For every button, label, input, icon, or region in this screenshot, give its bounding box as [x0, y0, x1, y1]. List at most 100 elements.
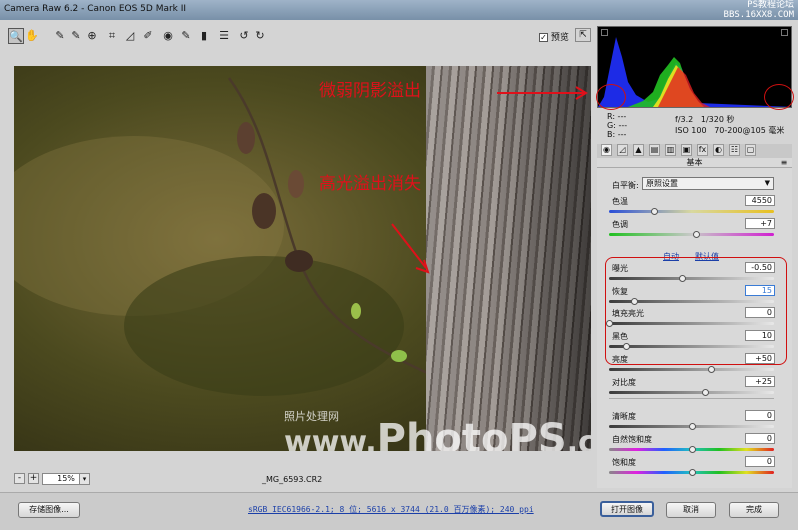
preview-checkbox[interactable]: ✓	[539, 33, 548, 42]
camera-info: R: --- G: --- B: --- f/3.2 1/320 秒 ISO 1…	[597, 110, 792, 142]
title-bar: Camera Raw 6.2 - Canon EOS 5D Mark II PS…	[0, 0, 798, 20]
camera-raw-window: Camera Raw 6.2 - Canon EOS 5D Mark II PS…	[0, 0, 798, 530]
lens: 70-200@105 毫米	[714, 126, 785, 135]
done-button[interactable]: 完成	[729, 502, 779, 518]
toolbar: 🔍 ✋ ✎ ✎ ⊕ ⌗ ◿ ✐ ◉ ✎ ▮ ☰ ↺ ↻	[8, 28, 588, 48]
slider-track[interactable]	[609, 368, 774, 371]
watermark-brand: www.PhotoPS.com	[284, 416, 591, 451]
highlight-clip-annotation: 高光溢出消失	[319, 174, 421, 194]
white-balance-label: 白平衡:	[612, 181, 639, 190]
slider-thumb[interactable]	[688, 423, 696, 430]
iso: ISO 100	[675, 126, 707, 135]
adjust-brush-icon[interactable]: ✎	[178, 28, 194, 44]
red-eye-icon[interactable]: ◉	[160, 28, 176, 44]
file-name: _MG_6593.CR2	[262, 475, 323, 484]
straighten-icon[interactable]: ◿	[122, 28, 138, 44]
slider-label: 清晰度	[612, 412, 636, 421]
workflow-options-link[interactable]: sRGB IEC61966-2.1; 8 位; 5616 x 3744 (21.…	[248, 504, 534, 515]
watermark-line1: PS教程论坛	[747, 0, 794, 10]
slider-thumb[interactable]	[650, 208, 658, 215]
open-image-button[interactable]: 打开图像	[600, 501, 654, 517]
snapshots-tab-icon[interactable]: ▢	[745, 144, 756, 156]
watermark-line2: BBS.16XX8.COM	[723, 10, 794, 20]
bottom-bar: 存储图像... sRGB IEC61966-2.1; 8 位; 5616 x 3…	[0, 492, 798, 530]
slider-track[interactable]	[609, 233, 774, 236]
panel-menu-icon[interactable]: ≡	[779, 158, 789, 167]
slider-value-field[interactable]: 0	[745, 410, 775, 421]
slider-value-field[interactable]: 4550	[745, 195, 775, 206]
slider-thumb[interactable]	[701, 389, 709, 396]
slider-thumb[interactable]	[693, 231, 701, 238]
slider-thumb[interactable]	[708, 366, 716, 373]
shadow-clip-circle	[596, 84, 626, 110]
panel-header: 基本 ≡	[597, 158, 792, 168]
watermark-brand-name: PhotoPS	[376, 416, 567, 451]
zoom-in-button[interactable]: +	[28, 473, 39, 484]
aperture: f/3.2	[675, 115, 694, 124]
slider-track[interactable]	[609, 210, 774, 213]
rotate-right-icon[interactable]: ↻	[252, 28, 268, 44]
zoom-out-button[interactable]: -	[14, 473, 25, 484]
highlight-clipping-warning-icon[interactable]	[781, 29, 788, 36]
preview-toggle[interactable]: ✓ 预览	[539, 30, 569, 43]
zoom-dropdown-icon[interactable]: ▾	[79, 473, 90, 485]
white-balance-value: 原照设置	[646, 179, 678, 188]
slider-label: 自然饱和度	[612, 435, 652, 444]
slider-value-field[interactable]: 0	[745, 433, 775, 444]
highlight-box	[605, 257, 787, 365]
slider-track[interactable]	[609, 391, 774, 394]
image-preview[interactable]: 微弱阴影溢出 高光溢出消失 照片处理网 www.PhotoPS.com	[14, 66, 591, 451]
effects-tab-icon[interactable]: fx	[697, 144, 708, 156]
fullscreen-icon[interactable]: ⇱	[575, 28, 591, 42]
shadow-clipping-warning-icon[interactable]	[601, 29, 608, 36]
color-sampler-icon[interactable]: ✎	[68, 28, 84, 44]
slider-label: 色温	[612, 197, 628, 206]
presets-tab-icon[interactable]: ☷	[729, 144, 740, 156]
slider-thumb[interactable]	[688, 469, 696, 476]
camera-calibration-tab-icon[interactable]: ◐	[713, 144, 724, 156]
highlight-clip-circle	[764, 84, 794, 110]
crop-icon[interactable]: ⌗	[104, 28, 120, 44]
split-tone-tab-icon[interactable]: ▥	[665, 144, 676, 156]
hand-icon[interactable]: ✋	[24, 28, 40, 44]
slider-thumb[interactable]	[688, 446, 696, 453]
tree-trunk-shade	[426, 66, 591, 451]
shadow-clip-annotation: 微弱阴影溢出	[319, 81, 421, 101]
cancel-button[interactable]: 取消	[666, 502, 716, 518]
slider-label: 色调	[612, 220, 628, 229]
b-value: B: ---	[607, 130, 627, 139]
preview-label: 预览	[550, 33, 569, 43]
white-balance-select[interactable]: 原照设置 ▼	[642, 177, 774, 190]
forum-watermark: PS教程论坛 BBS.16XX8.COM	[724, 0, 794, 20]
save-image-button[interactable]: 存储图像...	[18, 502, 80, 518]
targeted-adjust-icon[interactable]: ⊕	[84, 28, 100, 44]
chevron-down-icon: ▼	[764, 179, 770, 187]
slider-value-field[interactable]: 0	[745, 456, 775, 467]
slider-label: 对比度	[612, 378, 636, 387]
white-balance-icon[interactable]: ✎	[52, 28, 68, 44]
rotate-left-icon[interactable]: ↺	[236, 28, 252, 44]
zoom-icon[interactable]: 🔍	[8, 28, 24, 44]
watermark-www: www.	[284, 425, 377, 451]
slider-label: 饱和度	[612, 458, 636, 467]
panel-tabs: ◉ ◿ ▲ ▤ ▥ ▣ fx ◐ ☷ ▢	[597, 144, 792, 158]
shutter: 1/320 秒	[700, 115, 735, 124]
tone-curve-tab-icon[interactable]: ◿	[617, 144, 628, 156]
graduated-filter-icon[interactable]: ▮	[196, 28, 212, 44]
hsl-tab-icon[interactable]: ▤	[649, 144, 660, 156]
lens-tab-icon[interactable]: ▣	[681, 144, 692, 156]
r-value: R: ---	[607, 112, 627, 121]
exposure-info: f/3.2 1/320 秒	[675, 114, 734, 125]
slider-value-field[interactable]: +7	[745, 218, 775, 229]
g-value: G: ---	[607, 121, 628, 130]
histogram	[597, 26, 792, 108]
slider-value-field[interactable]: +25	[745, 376, 775, 387]
detail-tab-icon[interactable]: ▲	[633, 144, 644, 156]
rgb-readout: R: --- G: --- B: ---	[607, 112, 627, 139]
spot-removal-icon[interactable]: ✐	[140, 28, 156, 44]
histogram-graph	[598, 37, 791, 107]
lens-info: ISO 100 70-200@105 毫米	[675, 125, 784, 136]
preferences-icon[interactable]: ☰	[216, 28, 232, 44]
watermark-suffix: .com	[566, 425, 591, 451]
basic-tab-icon[interactable]: ◉	[601, 144, 612, 156]
